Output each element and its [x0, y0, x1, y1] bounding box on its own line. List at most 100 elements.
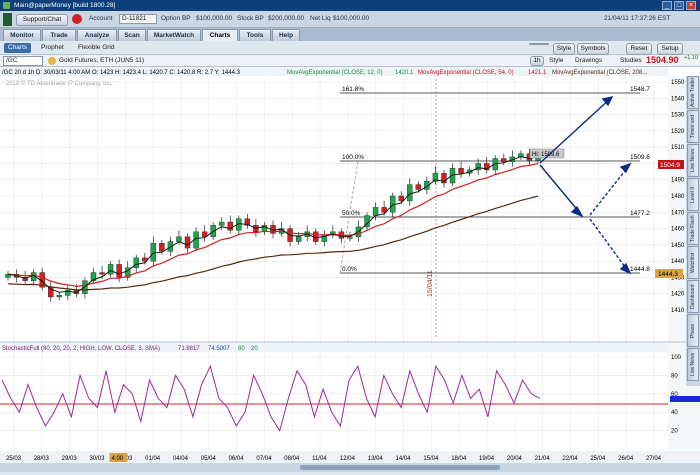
candle-body — [56, 295, 62, 298]
candle-body — [107, 264, 114, 275]
price-tick: 1530 — [671, 113, 685, 119]
symbol-bar: /GC Gold Futures, ETH (JUN5 11) 1h Style… — [0, 55, 700, 67]
date-marker-label: 15/04/11 — [427, 270, 434, 297]
minimize-icon[interactable]: _ — [662, 1, 672, 10]
side-tab[interactable]: Times and Sales — [687, 110, 699, 143]
ma12-value: 1420.1 — [395, 70, 414, 76]
studies-menu[interactable]: Studies — [620, 57, 642, 64]
price-chart[interactable]: /GC 20 d 1h D: 30/03/11 4:00 AM O: 1423 … — [0, 67, 700, 472]
stoch-tick: 40 — [671, 410, 678, 416]
option-bp-value: $100,000.00 — [196, 15, 233, 22]
time-tick: 07/04 — [256, 456, 272, 462]
close-icon[interactable]: × — [686, 1, 696, 10]
fib-1618-label: 161.8% — [342, 86, 364, 93]
candle-body — [184, 236, 191, 249]
logo-icon — [3, 13, 12, 26]
time-tick: 26/04 — [618, 456, 634, 462]
side-tab[interactable]: Dashboard — [687, 280, 699, 313]
price-tick: 1450 — [671, 243, 685, 249]
symbols-button[interactable]: Symbols — [577, 43, 609, 55]
stoch-d-value: 74.5007 — [208, 346, 230, 352]
chart-info: /GC 20 d 1h D: 30/03/11 4:00 AM O: 1423 … — [2, 70, 241, 76]
time-tick: 25/04 — [590, 456, 606, 462]
side-tab[interactable]: Live News — [687, 348, 699, 381]
fib-50-price: 1477.2 — [630, 210, 650, 217]
ma208-label: MovAvgExponential (CLOSE, 208... — [552, 70, 648, 76]
time-tick: 20/04 — [507, 456, 523, 462]
candle-body — [116, 264, 122, 278]
price-tick: 1480 — [671, 194, 685, 200]
layout-button[interactable] — [529, 43, 549, 45]
fib-0-label: 0.0% — [342, 266, 357, 273]
side-panel: Active TraderTimes and SalesLive NewsLev… — [686, 76, 700, 386]
side-tab[interactable]: Level II — [687, 178, 699, 211]
candle-body — [372, 207, 379, 216]
style-menu[interactable]: Style — [549, 57, 563, 64]
stoch-os-value: 20 — [251, 346, 258, 352]
price-tick: 1490 — [671, 178, 685, 184]
title-bar: Main@paperMoney [build 1800.28] _ □ × — [0, 0, 700, 11]
time-tick: 19/04 — [479, 456, 495, 462]
main-tabs: Monitor Trade Analyze Scan MarketWatch C… — [0, 28, 700, 41]
time-tick: 21/04 — [535, 456, 551, 462]
ma54-label: MovAvgExponential (CLOSE, 54, 0) — [418, 70, 514, 76]
fib-50-label: 50.0% — [342, 210, 361, 217]
candle-body — [295, 236, 302, 242]
stoch-tick: 100 — [671, 355, 682, 361]
maximize-icon[interactable]: □ — [674, 1, 684, 10]
last-price: 1504.90 — [646, 55, 679, 65]
support-chat-button[interactable]: Support/Chat — [16, 14, 68, 26]
subtab-prophet[interactable]: Prophet — [37, 43, 68, 53]
net-liq-value: $100,000.00 — [333, 15, 370, 22]
app-window: Main@paperMoney [build 1800.28] _ □ × Su… — [0, 0, 700, 475]
alert-icon[interactable] — [72, 14, 82, 24]
candle-body — [99, 272, 105, 275]
subtab-charts[interactable]: Charts — [4, 43, 32, 53]
setup-button[interactable]: Setup — [657, 43, 683, 55]
style-button[interactable]: Style — [553, 43, 575, 55]
side-tab[interactable]: Active Trader — [687, 76, 699, 109]
price-tick: 1410 — [671, 308, 685, 314]
reset-button[interactable]: Reset — [626, 43, 652, 55]
stock-bp-value: $200,000.00 — [268, 15, 305, 22]
symbol-description: Gold Futures, ETH (JUN5 11) — [59, 57, 145, 64]
candle-body — [398, 195, 404, 202]
symbol-input[interactable]: /GC — [3, 56, 43, 66]
tab-charts[interactable]: Charts — [202, 29, 238, 41]
candle-body — [501, 158, 507, 162]
time-tick: 12/04 — [340, 456, 356, 462]
candle-body — [458, 168, 464, 174]
candle-body — [219, 221, 225, 226]
app-icon — [3, 2, 10, 9]
chart-area[interactable]: /GC 20 d 1h D: 30/03/11 4:00 AM O: 1423 … — [0, 67, 700, 472]
candle-body — [159, 243, 165, 252]
fib-0-price: 1444.8 — [630, 266, 650, 273]
tab-marketwatch[interactable]: MarketWatch — [147, 29, 201, 41]
side-tab[interactable]: Trade Flash — [687, 212, 699, 245]
time-highlight: 4:00 — [111, 456, 123, 462]
tab-trade[interactable]: Trade — [42, 29, 76, 41]
price-tick: 1440 — [671, 259, 685, 265]
price-tick: 1420 — [671, 292, 685, 298]
fib-100-price: 1509.6 — [630, 154, 650, 161]
tab-scan[interactable]: Scan — [118, 29, 146, 41]
tab-help[interactable]: Help — [272, 29, 300, 41]
time-tick: 01/04 — [145, 456, 161, 462]
account-select[interactable]: D-11821 — [119, 14, 157, 24]
side-tab[interactable]: Watchlist — [687, 246, 699, 279]
copyright: 2010 © TD Ameritrade IP Company, Inc. — [6, 80, 113, 87]
tab-analyze[interactable]: Analyze — [77, 29, 117, 41]
time-tick: 18/04 — [451, 456, 467, 462]
scrollbar-thumb[interactable] — [300, 465, 500, 470]
side-tab[interactable]: Live News — [687, 144, 699, 177]
time-tick: 11/04 — [312, 456, 327, 462]
price-tick: 1520 — [671, 129, 685, 135]
tab-monitor[interactable]: Monitor — [3, 29, 41, 41]
tab-tools[interactable]: Tools — [239, 29, 271, 41]
drawings-menu[interactable]: Drawings — [575, 57, 602, 64]
timeframe-button[interactable]: 1h — [530, 56, 544, 66]
side-tab[interactable]: Phase Scores — [687, 314, 699, 347]
stock-bp-label: Stock BP — [237, 15, 264, 22]
account-bar: Support/Chat Account D-11821 Option BP $… — [0, 11, 700, 28]
subtab-flexible-grid[interactable]: Flexible Grid — [74, 43, 118, 53]
